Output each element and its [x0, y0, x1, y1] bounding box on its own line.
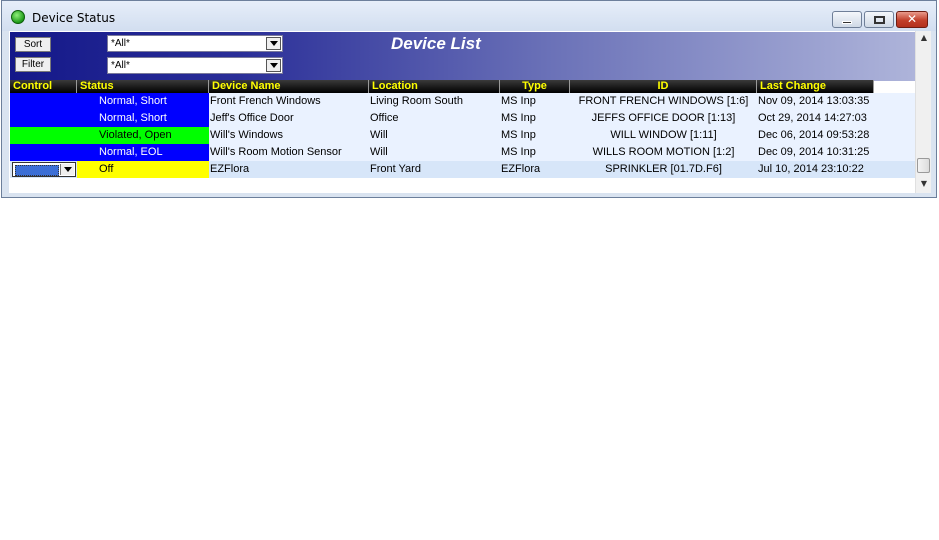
app-icon — [11, 10, 25, 24]
close-button[interactable]: ✕ — [896, 11, 928, 28]
location-cell: Will — [370, 129, 388, 141]
device-name-cell: Jeff's Office Door — [210, 112, 294, 124]
maximize-icon — [874, 16, 885, 24]
device-name-cell: EZFlora — [210, 163, 250, 175]
title-bar[interactable]: Device Status ✕ — [2, 1, 936, 31]
id-cell: FRONT FRENCH WINDOWS [1:6] — [578, 95, 749, 107]
vertical-scrollbar[interactable]: ▲ ▼ — [915, 31, 931, 193]
id-cell: WILL WINDOW [1:11] — [610, 129, 717, 141]
filter-button[interactable]: Filter — [15, 57, 51, 72]
toolbar-band: Sort Filter *All* *All* Device List — [10, 32, 915, 81]
sort-button[interactable]: Sort — [15, 37, 51, 52]
minimize-button[interactable] — [832, 11, 862, 28]
device-name-cell: Will's Windows — [210, 129, 283, 141]
last-change-cell: Dec 09, 2014 10:31:25 — [758, 146, 870, 158]
location-cell: Living Room South — [370, 95, 463, 107]
filter-select[interactable]: *All* — [107, 57, 283, 74]
sort-select[interactable]: *All* — [107, 35, 283, 52]
device-status-window: Device Status ✕ Sort Filter *All* *All* … — [1, 0, 937, 198]
column-headers: Control Status Device Name Location Type… — [10, 80, 915, 93]
control-cell[interactable] — [10, 93, 77, 110]
scroll-up-icon[interactable]: ▲ — [916, 31, 932, 45]
list-title: Device List — [391, 34, 481, 53]
table-row[interactable]: Normal, Short Front French Windows Livin… — [10, 93, 915, 110]
scroll-thumb[interactable] — [917, 158, 930, 173]
client-area: Sort Filter *All* *All* Device List Cont… — [9, 31, 931, 193]
status-cell: Off — [77, 161, 209, 178]
control-cell[interactable] — [10, 127, 77, 144]
sort-select-value: *All* — [111, 38, 130, 49]
table-row[interactable]: Normal, EOL Will's Room Motion Sensor Wi… — [10, 144, 915, 161]
column-header-last-change[interactable]: Last Change — [757, 80, 874, 93]
column-header-location[interactable]: Location — [369, 80, 500, 93]
control-select-value — [15, 165, 59, 176]
maximize-button[interactable] — [864, 11, 894, 28]
control-select[interactable] — [12, 162, 76, 177]
column-header-status[interactable]: Status — [77, 80, 209, 93]
status-cell: Normal, EOL — [77, 144, 209, 161]
control-cell[interactable] — [10, 144, 77, 161]
close-icon: ✕ — [906, 12, 918, 26]
id-cell: SPRINKLER [01.7D.F6] — [605, 163, 722, 175]
column-header-type[interactable]: Type — [500, 80, 570, 93]
device-name-cell: Will's Room Motion Sensor — [210, 146, 342, 158]
status-cell: Normal, Short — [77, 110, 209, 127]
location-cell: Front Yard — [370, 163, 421, 175]
last-change-cell: Jul 10, 2014 23:10:22 — [758, 163, 864, 175]
id-cell: JEFFS OFFICE DOOR [1:13] — [591, 112, 736, 124]
device-name-cell: Front French Windows — [210, 95, 321, 107]
column-header-id[interactable]: ID — [570, 80, 757, 93]
chevron-down-icon[interactable] — [266, 37, 281, 50]
table-row[interactable]: Normal, Short Jeff's Office Door Office … — [10, 110, 915, 127]
status-cell: Normal, Short — [77, 93, 209, 110]
last-change-cell: Nov 09, 2014 13:03:35 — [758, 95, 870, 107]
column-header-control[interactable]: Control — [10, 80, 77, 93]
type-cell: EZFlora — [501, 163, 541, 175]
status-cell: Violated, Open — [77, 127, 209, 144]
minimize-icon — [842, 21, 852, 24]
location-cell: Will — [370, 146, 388, 158]
last-change-cell: Oct 29, 2014 14:27:03 — [758, 112, 867, 124]
type-cell: MS Inp — [501, 129, 536, 141]
table-row[interactable]: Off EZFlora Front Yard EZFlora SPRINKLER… — [10, 161, 915, 178]
type-cell: MS Inp — [501, 95, 536, 107]
control-cell[interactable] — [10, 161, 77, 178]
filter-select-value: *All* — [111, 60, 130, 71]
location-cell: Office — [370, 112, 399, 124]
scroll-down-icon[interactable]: ▼ — [916, 177, 932, 191]
table-row[interactable]: Violated, Open Will's Windows Will MS In… — [10, 127, 915, 144]
type-cell: MS Inp — [501, 112, 536, 124]
chevron-down-icon[interactable] — [266, 59, 281, 72]
last-change-cell: Dec 06, 2014 09:53:28 — [758, 129, 870, 141]
id-cell: WILLS ROOM MOTION [1:2] — [592, 146, 735, 158]
control-cell[interactable] — [10, 110, 77, 127]
window-title: Device Status — [32, 11, 116, 25]
column-header-device-name[interactable]: Device Name — [209, 80, 369, 93]
type-cell: MS Inp — [501, 146, 536, 158]
chevron-down-icon[interactable] — [60, 164, 74, 175]
